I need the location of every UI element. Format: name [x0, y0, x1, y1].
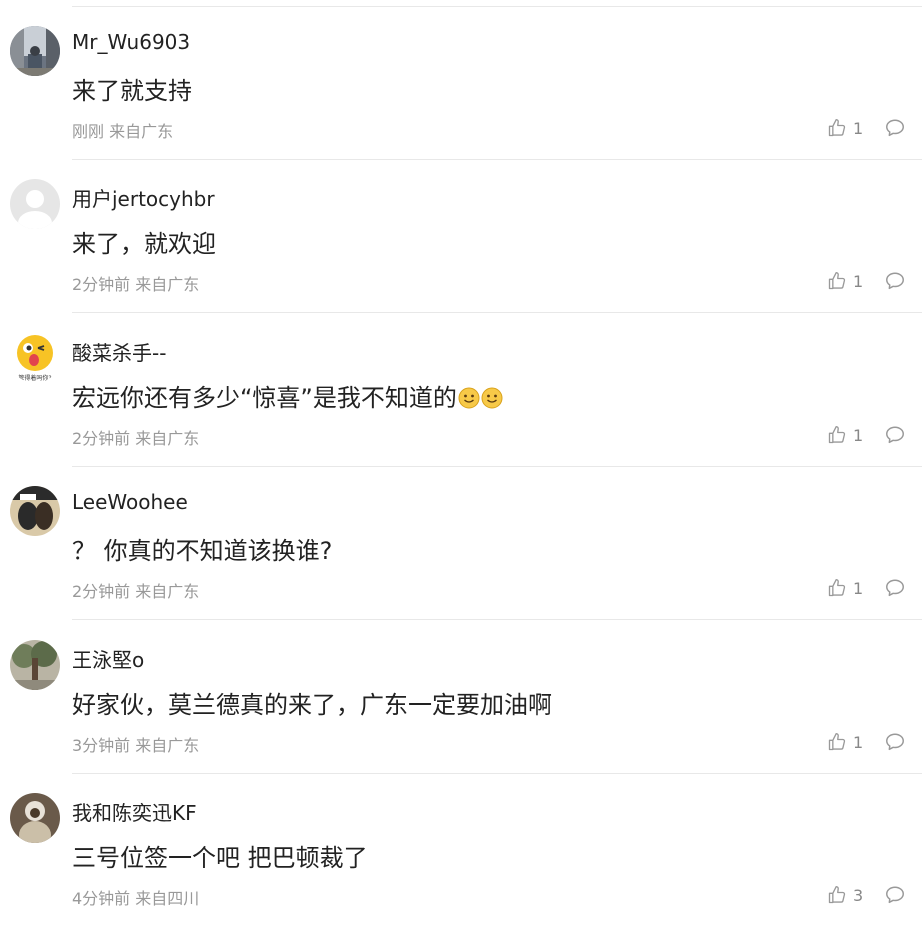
username[interactable]: 用户jertocyhbr	[72, 183, 215, 212]
like-count: 1	[853, 732, 864, 752]
comment-content: 来了，就欢迎	[72, 230, 216, 258]
username[interactable]: 酸菜杀手--	[72, 337, 166, 366]
comment-location: 来自广东	[135, 736, 200, 755]
avatar[interactable]: 管得着吗你?	[10, 333, 60, 383]
avatar[interactable]	[10, 640, 60, 690]
comment-location: 来自广东	[109, 122, 174, 141]
thumbs-up-icon	[828, 119, 846, 137]
avatar[interactable]	[10, 26, 60, 76]
like-count: 1	[853, 271, 864, 291]
like-count: 1	[853, 578, 864, 598]
comment-item: Mr_Wu6903 来了就支持 刚刚 来自广东 1	[0, 7, 922, 160]
like-button[interactable]: 1	[827, 270, 863, 292]
comment-meta: 3分钟前 来自广东	[72, 732, 199, 756]
comment-meta: 2分钟前 来自广东	[72, 271, 199, 295]
comment-time: 2分钟前	[72, 429, 131, 448]
thumbs-up-icon	[828, 579, 846, 597]
thumbs-up-icon	[828, 272, 846, 290]
comment-content: 来了就支持	[72, 77, 192, 105]
comment-time: 2分钟前	[72, 275, 131, 294]
comment-location: 来自广东	[135, 275, 200, 294]
thumbs-up-icon	[828, 886, 846, 904]
comment-meta: 刚刚 来自广东	[72, 118, 173, 142]
comment-item: 王泳堅o 好家伙，莫兰德真的来了，广东一定要加油啊 3分钟前 来自广东 1	[0, 621, 922, 774]
comment-time: 刚刚	[72, 122, 105, 141]
username[interactable]: LeeWoohee	[72, 490, 188, 514]
reply-button[interactable]	[884, 577, 906, 599]
comment-meta: 4分钟前 来自四川	[72, 885, 199, 909]
reply-button[interactable]	[884, 117, 906, 139]
tongue-emoji-avatar-icon: 管得着吗你?	[10, 333, 60, 383]
comment-meta: 2分钟前 来自广东	[72, 578, 199, 602]
figure-avatar-icon	[10, 793, 60, 843]
comment-bubble-icon	[886, 579, 904, 597]
avatar[interactable]	[10, 179, 60, 229]
comment-bubble-icon	[886, 886, 904, 904]
divider	[72, 312, 922, 313]
comment-location: 来自四川	[135, 889, 200, 908]
divider	[72, 619, 922, 620]
username[interactable]: 王泳堅o	[72, 644, 144, 673]
comment-location: 来自广东	[135, 429, 200, 448]
like-button[interactable]: 1	[827, 577, 863, 599]
like-count: 1	[853, 118, 864, 138]
reply-button[interactable]	[884, 424, 906, 446]
like-button[interactable]: 1	[827, 731, 863, 753]
like-button[interactable]: 3	[827, 884, 863, 906]
street-photo-avatar-icon	[10, 26, 60, 76]
thumbs-up-icon	[828, 733, 846, 751]
comment-item: 我和陈奕迅KF 三号位签一个吧 把巴顿裁了 4分钟前 来自四川 3	[0, 774, 922, 927]
like-count: 3	[853, 885, 864, 905]
thumbs-up-icon	[828, 426, 846, 444]
comment-bubble-icon	[886, 426, 904, 444]
comment-bubble-icon	[886, 119, 904, 137]
like-button[interactable]: 1	[827, 117, 863, 139]
comment-item: LeeWoohee ？ 你真的不知道该换谁? 2分钟前 来自广东 1	[0, 467, 922, 620]
comment-time: 3分钟前	[72, 736, 131, 755]
comment-item: 用户jertocyhbr 来了，就欢迎 2分钟前 来自广东 1	[0, 160, 922, 313]
comment-content: ？ 你真的不知道该换谁?	[72, 537, 333, 565]
comment-meta: 2分钟前 来自广东	[72, 425, 199, 449]
comment-item: 管得着吗你? 酸菜杀手-- 宏远你还有多少“惊喜”是我不知道的 2分钟前 来自广…	[0, 314, 922, 467]
comment-content: 三号位签一个吧 把巴顿裁了	[72, 844, 368, 872]
smile-emoji-icon	[481, 387, 503, 415]
comment-time: 2分钟前	[72, 582, 131, 601]
like-count: 1	[853, 425, 864, 445]
reply-button[interactable]	[884, 270, 906, 292]
reply-button[interactable]	[884, 731, 906, 753]
like-button[interactable]: 1	[827, 424, 863, 446]
comment-bubble-icon	[886, 733, 904, 751]
username[interactable]: Mr_Wu6903	[72, 30, 190, 54]
smile-emoji-icon	[458, 387, 480, 415]
default-avatar-icon	[10, 179, 60, 229]
avatar[interactable]	[10, 793, 60, 843]
comment-time: 4分钟前	[72, 889, 131, 908]
tree-avatar-icon	[10, 640, 60, 690]
username[interactable]: 我和陈奕迅KF	[72, 797, 197, 826]
comment-location: 来自广东	[135, 582, 200, 601]
avatar[interactable]	[10, 486, 60, 536]
comment-content: 好家伙，莫兰德真的来了，广东一定要加油啊	[72, 691, 552, 719]
reply-button[interactable]	[884, 884, 906, 906]
comment-bubble-icon	[886, 272, 904, 290]
portrait-avatar-icon	[10, 486, 60, 536]
comment-content: 宏远你还有多少“惊喜”是我不知道的	[72, 378, 503, 415]
avatar-caption: 管得着吗你?	[18, 374, 51, 382]
